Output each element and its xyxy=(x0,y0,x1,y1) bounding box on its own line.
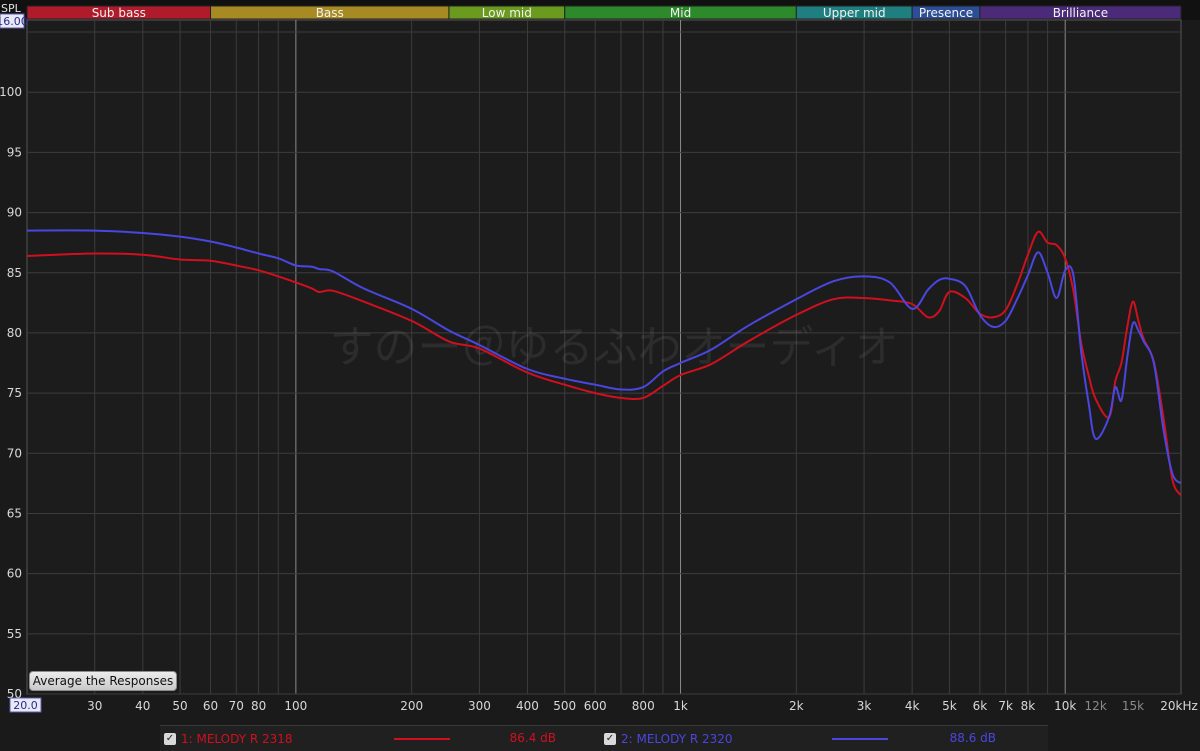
x-tick-label: 3k xyxy=(857,699,872,713)
y-axis: 10095908580757065605550 xyxy=(0,85,22,701)
x-tick-label: 7k xyxy=(998,699,1013,713)
x-range-value[interactable]: 20.0 xyxy=(13,699,38,712)
x-tick-label: 500 xyxy=(553,699,576,713)
band-label-0: Sub bass xyxy=(92,6,146,20)
x-tick-label: 200 xyxy=(400,699,423,713)
y-tick-label: 80 xyxy=(7,326,22,340)
x-tick-label: 20kHz xyxy=(1160,699,1198,713)
frequency-band-bar: Sub bass Bass Low mid Mid Upper mid Presence B… xyxy=(0,0,1200,20)
band-label-4: Upper mid xyxy=(823,6,886,20)
frequency-response-chart: Sub bass Bass Low mid Mid Upper mid Presence B… xyxy=(0,0,1200,713)
x-tick-label: 70 xyxy=(229,699,244,713)
x-tick-label: 60 xyxy=(203,699,218,713)
x-tick-label: 50 xyxy=(172,699,187,713)
x-tick-label: 30 xyxy=(87,699,102,713)
band-label-6: Brilliance xyxy=(1053,6,1108,20)
series-1-name: 1: MELODY R 2318 xyxy=(181,731,293,746)
series-1-level: 86.4 dB xyxy=(509,731,556,745)
legend-item-1[interactable]: ✓ 1: MELODY R 2318 xyxy=(164,726,293,751)
y-tick-label: 100 xyxy=(0,85,22,99)
band-label-3: Mid xyxy=(670,6,691,20)
x-tick-label: 300 xyxy=(468,699,491,713)
x-tick-label: 10k xyxy=(1054,699,1076,713)
x-tick-label: 600 xyxy=(584,699,607,713)
y-tick-label: 90 xyxy=(7,206,22,220)
y-tick-label: 65 xyxy=(7,506,22,520)
y-axis-label: SPL xyxy=(1,2,22,15)
series-1-swatch xyxy=(394,738,450,740)
x-tick-label: 400 xyxy=(516,699,539,713)
band-label-1: Bass xyxy=(316,6,344,20)
y-tick-label: 85 xyxy=(7,266,22,280)
average-responses-button[interactable]: Average the Responses xyxy=(29,671,177,691)
y-tick-label: 75 xyxy=(7,386,22,400)
y-tick-label: 60 xyxy=(7,567,22,581)
x-tick-label: 4k xyxy=(905,699,920,713)
watermark: すのー＠ゆるふわオーディオ xyxy=(330,322,899,373)
band-label-5: Presence xyxy=(919,6,973,20)
legend-item-2[interactable]: ✓ 2: MELODY R 2320 xyxy=(604,726,733,751)
y-range-readout[interactable]: 16.00 xyxy=(0,13,28,29)
x-tick-label: 12k xyxy=(1085,699,1107,713)
series-2-level: 88.6 dB xyxy=(949,731,996,745)
series-1-checkbox[interactable]: ✓ xyxy=(164,732,176,745)
x-tick-label: 8k xyxy=(1021,699,1036,713)
x-tick-label: 5k xyxy=(942,699,957,713)
y-range-value[interactable]: 16.00 xyxy=(0,15,28,28)
x-tick-label: 1k xyxy=(673,699,688,713)
series-2-name: 2: MELODY R 2320 xyxy=(621,731,733,746)
x-range-readout[interactable]: 20.0 xyxy=(9,697,42,713)
y-tick-label: 70 xyxy=(7,446,22,460)
x-tick-label: 40 xyxy=(135,699,150,713)
band-label-2: Low mid xyxy=(482,6,532,20)
series-2-swatch xyxy=(832,738,888,740)
y-tick-label: 95 xyxy=(7,145,22,159)
x-tick-label: 800 xyxy=(632,699,655,713)
x-tick-label: 80 xyxy=(251,699,266,713)
y-tick-label: 55 xyxy=(7,627,22,641)
x-axis: 30 40 50 60 70 80 100 200 300 400 500 600 800 1k 2k 3k 4… xyxy=(87,699,1198,713)
x-tick-label: 6k xyxy=(973,699,988,713)
x-tick-label: 100 xyxy=(284,699,307,713)
x-tick-label: 15k xyxy=(1122,699,1144,713)
x-tick-label: 2k xyxy=(789,699,804,713)
series-2-checkbox[interactable]: ✓ xyxy=(604,732,616,745)
legend-bar: ✓ 1: MELODY R 2318 86.4 dB ✓ 2: MELODY R… xyxy=(160,725,1048,751)
